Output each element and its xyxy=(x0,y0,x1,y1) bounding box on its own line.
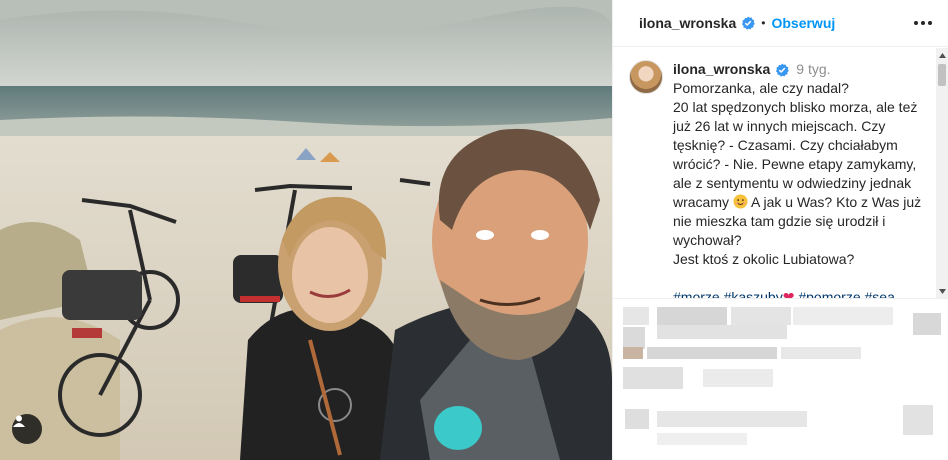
caption-timestamp[interactable]: 9 tyg. xyxy=(796,60,830,79)
pixel-block xyxy=(623,367,683,389)
pixel-block xyxy=(623,307,649,325)
hashtag[interactable]: #sea xyxy=(865,289,895,298)
header-username[interactable]: ilona_wronska xyxy=(639,15,736,31)
caption-head: ilona_wronska 9 tyg. xyxy=(673,60,933,79)
post-caption: ilona_wronska 9 tyg. Pomorzanka, ale czy… xyxy=(613,48,948,298)
selfie-beach-image xyxy=(0,0,612,460)
caption-line: 20 lat spędzonych blisko morza, ale też xyxy=(673,99,918,115)
red-heart-emoji-icon: ❤ xyxy=(782,289,795,298)
pixel-block xyxy=(903,405,933,435)
caption-line: już 26 lat w innych miejscach. Czy xyxy=(673,118,886,134)
smiling-face-emoji-icon xyxy=(733,194,748,209)
hashtag[interactable]: #pomorze xyxy=(798,289,860,298)
caption-line: ale z sentymentu w odwiedziny jednak xyxy=(673,175,912,191)
scroll-up-arrow-icon[interactable] xyxy=(936,48,948,62)
pixel-block xyxy=(657,433,747,445)
user-tag-button[interactable] xyxy=(12,414,42,444)
hashtags-line: #morze #kaszuby❤ #pomorze #sea xyxy=(673,288,933,298)
scroll-down-arrow-icon[interactable] xyxy=(936,284,948,298)
pixelated-comments-area xyxy=(613,298,948,460)
scroll-thumb[interactable] xyxy=(938,64,946,86)
caption-line: Jest ktoś z okolic Lubiatowa? xyxy=(673,251,855,267)
post-header: ilona_wronska • Obserwuj xyxy=(613,0,948,47)
avatar[interactable] xyxy=(629,60,663,94)
hashtag[interactable]: #morze xyxy=(673,289,720,298)
pixel-block xyxy=(623,347,643,359)
caption-line: tęsknię? - Czasami. Czy chciałabym xyxy=(673,137,898,153)
comments-section[interactable]: ilona_wronska 9 tyg. Pomorzanka, ale czy… xyxy=(613,48,948,298)
pixel-block xyxy=(647,347,777,359)
pixel-block xyxy=(657,307,727,325)
pixel-block xyxy=(625,409,649,429)
post-side-panel: ilona_wronska • Obserwuj ilona_wronska 9… xyxy=(612,0,948,460)
pixel-block xyxy=(913,313,941,335)
caption-username[interactable]: ilona_wronska xyxy=(673,60,770,79)
pixel-block xyxy=(657,325,787,339)
follow-button[interactable]: Obserwuj xyxy=(771,15,835,31)
pixel-block xyxy=(793,307,893,325)
pixel-block xyxy=(623,327,645,349)
header-separator: • xyxy=(761,16,766,30)
post-photo[interactable] xyxy=(0,0,612,460)
caption-line-with-emoji: wracamy A jak u Was? Kto z Was już xyxy=(673,193,933,212)
caption-line: wrócić? - Nie. Pewne etapy zamykamy, xyxy=(673,156,917,172)
caption-line: wychował? xyxy=(673,232,742,248)
caption-line: nie mieszka tam gdzie się urodził i xyxy=(673,213,886,229)
caption-body: ilona_wronska 9 tyg. Pomorzanka, ale czy… xyxy=(673,60,933,298)
caption-text: A jak u Was? Kto z Was już xyxy=(751,194,922,210)
caption-text: wracamy xyxy=(673,194,730,210)
hashtag[interactable]: #kaszuby xyxy=(724,289,783,298)
caption-line: Pomorzanka, ale czy nadal? xyxy=(673,80,849,96)
pixel-block xyxy=(781,347,861,359)
comments-scrollbar[interactable] xyxy=(936,48,948,298)
user-tag-icon xyxy=(13,415,25,427)
more-options-icon[interactable] xyxy=(908,15,932,31)
pixel-block xyxy=(657,411,807,427)
pixel-block xyxy=(731,307,791,325)
verified-badge-icon xyxy=(775,63,790,77)
pixel-block xyxy=(703,369,773,387)
verified-badge-icon xyxy=(741,16,756,30)
